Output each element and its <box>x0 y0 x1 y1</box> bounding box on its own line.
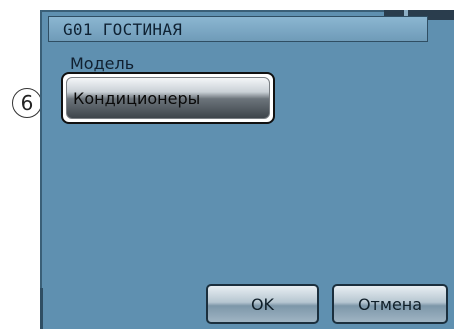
title-bar: G01 ГОСТИНАЯ <box>48 16 428 42</box>
device-frame: 6 G01 ГОСТИНАЯ Модель Кондиционеры OK От… <box>0 0 454 329</box>
left-edge-line <box>40 288 43 329</box>
model-select-button[interactable]: Кондиционеры <box>61 72 275 124</box>
model-select-value: Кондиционеры <box>73 88 201 108</box>
touch-screen: G01 ГОСТИНАЯ Модель Кондиционеры OK Отме… <box>40 10 454 329</box>
ok-button[interactable]: OK <box>206 284 319 324</box>
cancel-button[interactable]: Отмена <box>332 284 448 324</box>
model-select-button-face: Кондиционеры <box>66 77 270 119</box>
window-title: G01 ГОСТИНАЯ <box>63 20 183 39</box>
callout-number: 6 <box>12 88 42 118</box>
model-label: Модель <box>70 54 135 73</box>
